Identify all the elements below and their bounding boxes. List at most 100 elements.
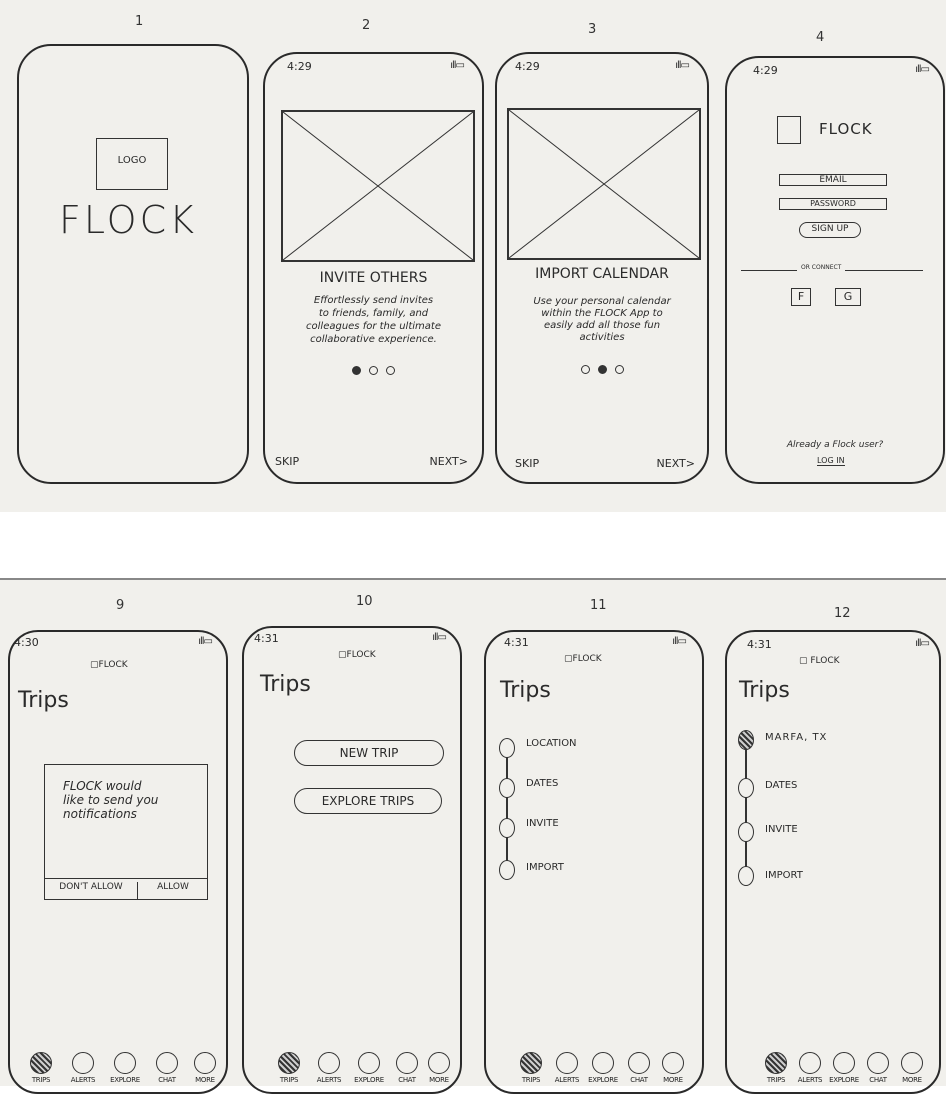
screen-number: 2 xyxy=(362,18,371,33)
skip-button[interactable]: SKIP xyxy=(275,455,299,468)
explore-icon xyxy=(592,1052,614,1074)
tab-more[interactable]: MORE xyxy=(422,1052,456,1084)
brand-header: ▢FLOCK xyxy=(564,654,602,664)
brand-header: ▢FLOCK xyxy=(338,650,376,660)
signal-battery-icon: ıll▭ xyxy=(675,60,690,71)
next-button[interactable]: NEXT> xyxy=(430,455,468,468)
tab-chat[interactable]: CHAT xyxy=(150,1052,184,1084)
tab-alerts[interactable]: ALERTS xyxy=(66,1052,100,1084)
screen-10-trips-empty: 4:31 ıll▭ ▢FLOCK Trips NEW TRIP EXPLORE … xyxy=(242,626,462,1094)
tab-more[interactable]: MORE xyxy=(895,1052,929,1084)
or-connect-label: OR CONNECT xyxy=(797,264,846,271)
step-import-node[interactable] xyxy=(738,866,754,886)
screen-12-trip-location-set: 4:31 ıll▭ ▢ FLOCK Trips MARFA, TX DATES … xyxy=(725,630,941,1094)
new-trip-button[interactable]: NEW TRIP xyxy=(294,740,444,766)
more-icon xyxy=(428,1052,450,1074)
step-dates-label[interactable]: DATES xyxy=(526,778,558,789)
step-location-label[interactable]: LOCATION xyxy=(526,738,577,749)
next-button[interactable]: NEXT> xyxy=(657,457,695,470)
more-icon xyxy=(662,1052,684,1074)
onboarding-heading: INVITE OTHERS xyxy=(319,270,428,286)
tab-bar: TRIPS ALERTS EXPLORE CHAT MORE xyxy=(486,1048,702,1092)
trips-icon xyxy=(278,1052,300,1074)
tab-chat[interactable]: CHAT xyxy=(861,1052,895,1084)
dont-allow-button[interactable]: DON'T ALLOW xyxy=(45,882,138,899)
status-time: 4:31 xyxy=(747,638,772,651)
step-invite-label[interactable]: INVITE xyxy=(765,824,798,835)
tab-more[interactable]: MORE xyxy=(188,1052,222,1084)
signal-battery-icon: ıll▭ xyxy=(915,638,930,649)
tab-trips[interactable]: TRIPS xyxy=(24,1052,58,1084)
page-title: Trips xyxy=(260,672,311,697)
status-time: 4:31 xyxy=(254,632,279,645)
screen-number: 11 xyxy=(590,598,607,613)
step-invite-label[interactable]: INVITE xyxy=(526,818,559,829)
onboarding-body: Use your personal calendar within the FLO… xyxy=(533,296,671,343)
screen-number: 12 xyxy=(834,606,851,621)
step-import-label[interactable]: IMPORT xyxy=(526,862,564,873)
status-time: 4:29 xyxy=(515,60,540,73)
status-time: 4:29 xyxy=(753,64,778,77)
tab-trips[interactable]: TRIPS xyxy=(272,1052,306,1084)
allow-button[interactable]: ALLOW xyxy=(139,882,207,892)
screen-9-trips-permission: 4:30 ıll▭ ▢FLOCK Trips FLOCK would like t… xyxy=(8,630,228,1094)
logo-icon xyxy=(777,116,801,144)
tab-explore[interactable]: EXPLORE xyxy=(108,1052,142,1084)
screen-number: 3 xyxy=(588,22,597,37)
password-field[interactable]: PASSWORD xyxy=(779,198,887,210)
explore-trips-button[interactable]: EXPLORE TRIPS xyxy=(294,788,442,814)
tab-bar: TRIPS ALERTS EXPLORE CHAT MORE xyxy=(727,1048,939,1092)
dialog-actions: DON'T ALLOW ALLOW xyxy=(45,878,207,899)
skip-button[interactable]: SKIP xyxy=(515,457,539,470)
google-button[interactable]: G xyxy=(835,288,861,306)
step-location-node[interactable] xyxy=(499,738,515,758)
tab-trips[interactable]: TRIPS xyxy=(759,1052,793,1084)
screen-number: 4 xyxy=(816,30,825,45)
explore-icon xyxy=(358,1052,380,1074)
alerts-icon xyxy=(318,1052,340,1074)
explore-icon xyxy=(114,1052,136,1074)
step-dates-node[interactable] xyxy=(738,778,754,798)
brand-title: FLOCK xyxy=(59,198,198,242)
step-location-label[interactable]: MARFA, TX xyxy=(765,732,827,743)
timeline-line xyxy=(506,748,508,878)
onboarding-body: Effortlessly send invites to friends, fam… xyxy=(306,295,441,345)
screen-2-onboarding: 4:29 ıll▭ INVITE OTHERS Effortlessly sen… xyxy=(263,52,484,484)
tab-alerts[interactable]: ALERTS xyxy=(312,1052,346,1084)
image-placeholder xyxy=(507,108,701,260)
alerts-icon xyxy=(799,1052,821,1074)
sign-up-button[interactable]: SIGN UP xyxy=(799,222,861,238)
screen-1-splash: LOGO FLOCK xyxy=(17,44,249,484)
tab-explore[interactable]: EXPLORE xyxy=(352,1052,386,1084)
tab-explore[interactable]: EXPLORE xyxy=(586,1052,620,1084)
explore-icon xyxy=(833,1052,855,1074)
tab-explore[interactable]: EXPLORE xyxy=(827,1052,861,1084)
tab-alerts[interactable]: ALERTS xyxy=(793,1052,827,1084)
chat-icon xyxy=(867,1052,889,1074)
brand-header: ▢FLOCK xyxy=(90,660,128,670)
chat-icon xyxy=(156,1052,178,1074)
status-time: 4:30 xyxy=(14,636,39,649)
chat-icon xyxy=(628,1052,650,1074)
sketch-sheet-bottom: 9 4:30 ıll▭ ▢FLOCK Trips FLOCK would like… xyxy=(0,578,946,1094)
facebook-button[interactable]: F xyxy=(791,288,811,306)
step-invite-node[interactable] xyxy=(738,822,754,842)
log-in-link[interactable]: LOG IN xyxy=(817,456,845,466)
step-location-node[interactable] xyxy=(738,730,754,750)
step-import-label[interactable]: IMPORT xyxy=(765,870,803,881)
screen-number: 1 xyxy=(135,14,144,29)
brand-header: ▢ FLOCK xyxy=(799,656,840,666)
tab-chat[interactable]: CHAT xyxy=(390,1052,424,1084)
tab-alerts[interactable]: ALERTS xyxy=(550,1052,584,1084)
tab-trips[interactable]: TRIPS xyxy=(514,1052,548,1084)
tab-chat[interactable]: CHAT xyxy=(622,1052,656,1084)
step-import-node[interactable] xyxy=(499,860,515,880)
signal-battery-icon: ıll▭ xyxy=(198,636,213,647)
alerts-icon xyxy=(556,1052,578,1074)
tab-bar: TRIPS ALERTS EXPLORE CHAT MORE xyxy=(244,1048,460,1092)
email-field[interactable]: EMAIL xyxy=(779,174,887,186)
tab-more[interactable]: MORE xyxy=(656,1052,690,1084)
step-dates-label[interactable]: DATES xyxy=(765,780,797,791)
step-dates-node[interactable] xyxy=(499,778,515,798)
step-invite-node[interactable] xyxy=(499,818,515,838)
